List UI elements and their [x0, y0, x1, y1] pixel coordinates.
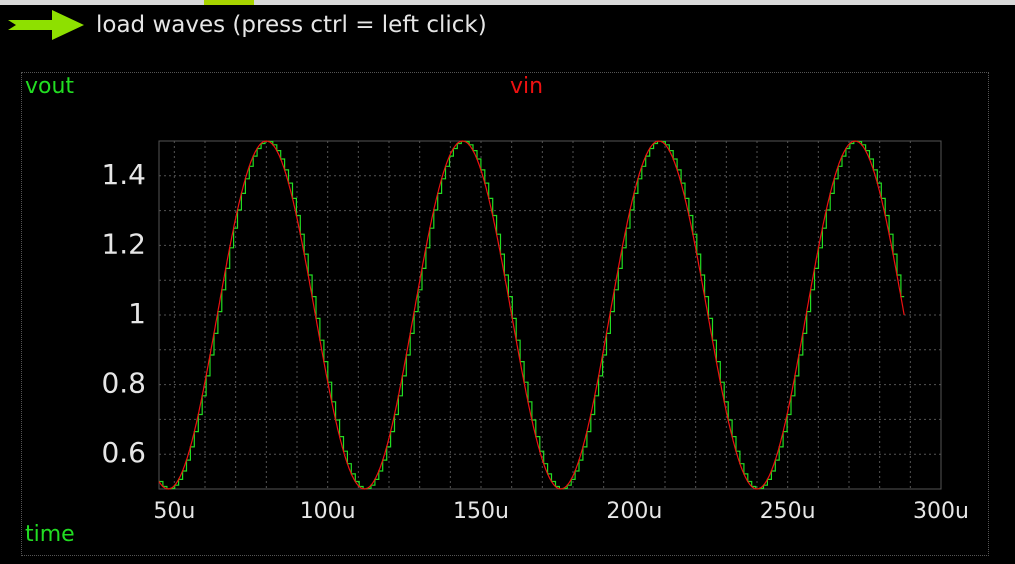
- y-tick-label: 1: [128, 297, 146, 330]
- x-tick-label: 250u: [760, 499, 816, 524]
- y-tick-label: 1.4: [101, 158, 146, 191]
- x-tick-label: 50u: [153, 499, 195, 524]
- x-tick-label: 100u: [300, 499, 356, 524]
- x-tick-label: 150u: [453, 499, 509, 524]
- y-tick-label: 0.6: [101, 436, 146, 469]
- y-tick-label: 0.8: [101, 367, 146, 400]
- x-tick-label: 200u: [606, 499, 662, 524]
- x-tick-label: 300u: [913, 499, 969, 524]
- y-tick-label: 1.2: [101, 227, 146, 260]
- waveform-chart[interactable]: 0.6 0.8 1 1.2 1.4 50u 100u 150u 200u 250u 300u: [0, 0, 1015, 564]
